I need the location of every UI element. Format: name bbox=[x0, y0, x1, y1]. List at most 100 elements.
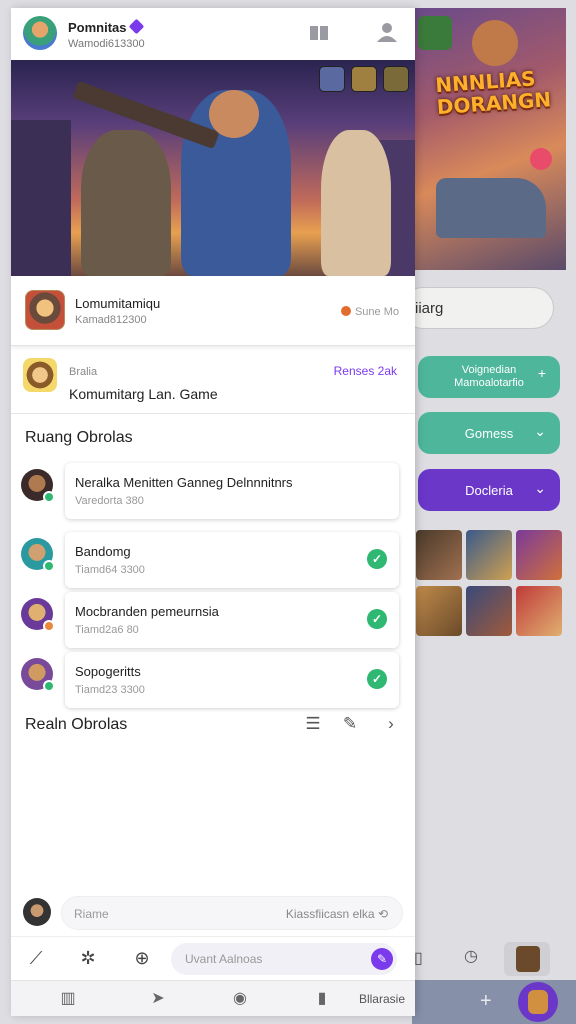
check-icon: ✓ bbox=[367, 609, 387, 629]
chevron-down-icon: ⌄ bbox=[534, 423, 546, 439]
banner-badge-icon bbox=[319, 66, 345, 92]
background-banner: NNNLIAS DORANGN bbox=[412, 8, 566, 270]
message-input-placeholder: Uvant Aalnoas bbox=[185, 952, 263, 966]
verified-icon bbox=[128, 18, 144, 35]
check-icon: ✓ bbox=[367, 669, 387, 689]
profile-avatar[interactable] bbox=[23, 16, 57, 50]
chat-room-row[interactable]: Neralka Menitten Ganneg Delnnnitnrs Vare… bbox=[21, 463, 401, 519]
game-card[interactable]: Lomumitamiqu Kamad812300 Sune Mo bbox=[11, 276, 415, 346]
background-pill-1[interactable]: Voignedian Mamoalotarfio + bbox=[418, 356, 560, 398]
chat-room-meta: Varedorta 380 bbox=[75, 495, 144, 507]
background-pill-2[interactable]: Gomess ⌄ bbox=[418, 412, 560, 454]
message-input[interactable]: Uvant Aalnoas ✎ bbox=[171, 943, 397, 975]
avatar[interactable] bbox=[518, 982, 558, 1022]
chat-room-name: Neralka Menitten Ganneg Delnnnitnrs bbox=[75, 475, 293, 490]
add-circle-icon[interactable]: ⊕ bbox=[131, 947, 153, 969]
background-hero-face bbox=[472, 20, 518, 66]
community-row[interactable]: Bralia Komumitarg Lan. Game Renses 2ak bbox=[11, 348, 415, 414]
chat-room-row[interactable]: Sopogeritts Tiamd23 3300 ✓ bbox=[21, 652, 401, 708]
chevron-right-icon[interactable]: › bbox=[381, 714, 401, 734]
avatar bbox=[516, 946, 540, 972]
game-icon bbox=[25, 290, 65, 330]
banner-badge-icon bbox=[383, 66, 409, 92]
background-thumbnail[interactable] bbox=[466, 530, 512, 580]
chat-room-card[interactable]: Sopogeritts Tiamd23 3300 ✓ bbox=[65, 652, 399, 708]
background-search[interactable]: iiarg bbox=[402, 287, 554, 329]
chat-room-meta: Tiamd2a6 80 bbox=[75, 624, 139, 636]
compose-right-label: Kiassfiicasn elka ⟲ bbox=[286, 907, 388, 921]
banner-badge-icon bbox=[351, 66, 377, 92]
background-thumbnail[interactable] bbox=[416, 530, 462, 580]
chat-room-row[interactable]: Bandomg Tiamd64 3300 ✓ bbox=[21, 532, 401, 588]
chat-room-card[interactable]: Bandomg Tiamd64 3300 ✓ bbox=[65, 532, 399, 588]
compose-row: Riame Kiassfiicasn elka ⟲ bbox=[11, 894, 415, 934]
recent-section-header: Realn Obrolas ☰ ✎ › bbox=[11, 708, 415, 742]
check-icon: ✓ bbox=[367, 549, 387, 569]
game-status-text: Sune Mo bbox=[354, 306, 399, 318]
user-icon[interactable] bbox=[375, 21, 399, 43]
profile-name: Pomnitas bbox=[68, 20, 127, 35]
stats-icon[interactable]: ▥ bbox=[57, 989, 79, 1009]
banner-character bbox=[321, 130, 391, 276]
chat-room-name: Mocbranden pemeurnsia bbox=[75, 604, 219, 619]
attach-icon[interactable]: ⟋ bbox=[25, 947, 47, 969]
add-icon[interactable]: + bbox=[480, 990, 492, 1013]
plus-icon: + bbox=[537, 365, 546, 381]
main-panel: Pomnitas Wamodi613300 Lomumitamiqu Kamad… bbox=[11, 8, 415, 1016]
status-badge-icon bbox=[43, 620, 55, 632]
online-badge-icon bbox=[43, 491, 55, 503]
background-car bbox=[436, 178, 546, 238]
edit-icon[interactable]: ✎ bbox=[340, 714, 360, 734]
bottom-navigation: ▥ ➤ ◉ ▮ Bllarasie bbox=[11, 980, 415, 1016]
background-pill-1-label: Voignedian Mamoalotarfio bbox=[454, 364, 524, 389]
background-action-icons: ▯ ◷ bbox=[412, 940, 576, 978]
profile-subtitle: Wamodi613300 bbox=[68, 38, 145, 50]
background-thumbnail[interactable] bbox=[516, 586, 562, 636]
community-link[interactable]: Renses 2ak bbox=[334, 364, 397, 378]
game-banner-image[interactable] bbox=[11, 60, 415, 276]
chat-room-card[interactable]: Neralka Menitten Ganneg Delnnnitnrs Vare… bbox=[65, 463, 399, 519]
chat-room-card[interactable]: Mocbranden pemeurnsia Tiamd2a6 80 ✓ bbox=[65, 592, 399, 648]
clock-icon[interactable]: ◷ bbox=[464, 946, 478, 966]
banner-building bbox=[11, 120, 71, 276]
online-badge-icon bbox=[43, 560, 55, 572]
sticker-icon[interactable]: ✲ bbox=[77, 947, 99, 969]
chat-room-meta: Tiamd64 3300 bbox=[75, 564, 145, 576]
background-game-title: NNNLIAS DORANGN bbox=[434, 66, 552, 120]
record-icon[interactable]: ◉ bbox=[229, 989, 251, 1009]
map-icon[interactable]: ▯ bbox=[414, 948, 423, 968]
name-input-placeholder: Riame bbox=[74, 907, 109, 921]
background-avatar bbox=[418, 16, 452, 50]
game-title: Lomumitamiqu bbox=[75, 296, 161, 311]
background-thumbnail[interactable] bbox=[516, 530, 562, 580]
user-avatar[interactable] bbox=[23, 898, 51, 926]
menu-icon[interactable]: ☰ bbox=[303, 714, 323, 734]
compose-right-text: Kiassfiicasn elka bbox=[285, 907, 375, 921]
background-pill-3[interactable]: Docleria ⌄ bbox=[418, 469, 560, 511]
banner-character bbox=[81, 130, 171, 276]
background-pill-3-label: Docleria bbox=[465, 482, 513, 498]
background-thumbnail[interactable] bbox=[466, 586, 512, 636]
avatar-face bbox=[528, 990, 548, 1014]
top-header: Pomnitas Wamodi613300 bbox=[11, 8, 415, 60]
play-icon[interactable]: ➤ bbox=[147, 989, 169, 1009]
background-avatar-tile[interactable] bbox=[504, 942, 550, 976]
bookmark-icon[interactable]: ▮ bbox=[311, 989, 333, 1009]
status-dot-icon bbox=[340, 306, 351, 316]
background-thumbnail[interactable] bbox=[416, 586, 462, 636]
background-nav: + bbox=[412, 980, 576, 1024]
book-icon[interactable] bbox=[308, 24, 330, 42]
game-status: Sune Mo bbox=[340, 306, 399, 318]
nav-label[interactable]: Bllarasie bbox=[359, 992, 405, 1006]
background-glow bbox=[530, 148, 552, 170]
chat-room-row[interactable]: Mocbranden pemeurnsia Tiamd2a6 80 ✓ bbox=[21, 592, 401, 648]
community-title: Komumitarg Lan. Game bbox=[69, 386, 218, 402]
name-input[interactable]: Riame Kiassfiicasn elka ⟲ bbox=[61, 896, 403, 930]
send-icon[interactable]: ✎ bbox=[371, 948, 393, 970]
chat-rooms-title: Ruang Obrolas bbox=[25, 429, 133, 446]
online-badge-icon bbox=[43, 680, 55, 692]
background-pill-2-label: Gomess bbox=[464, 425, 514, 441]
community-avatar bbox=[23, 358, 57, 392]
chevron-down-icon: ⌄ bbox=[534, 480, 546, 496]
game-subtitle: Kamad812300 bbox=[75, 314, 147, 326]
